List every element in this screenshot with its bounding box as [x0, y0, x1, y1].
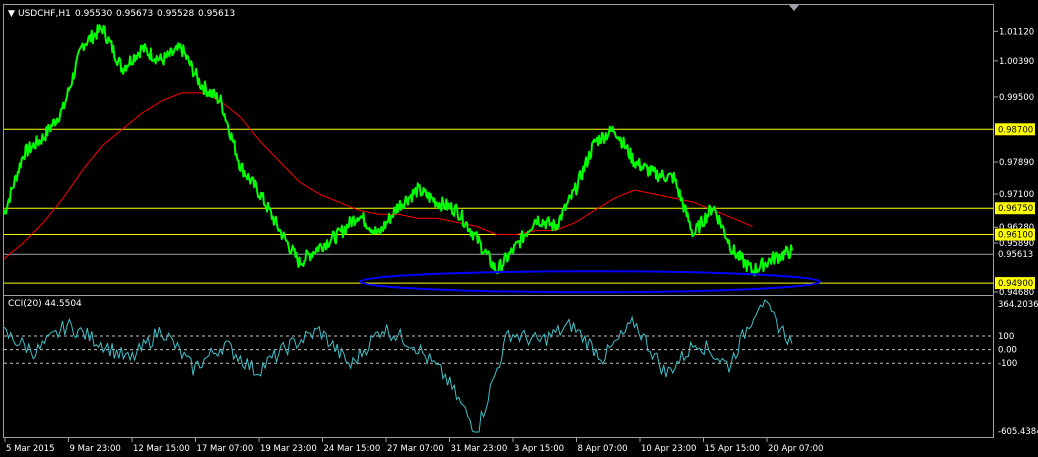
level-label: 0.98700 — [998, 125, 1033, 135]
ohlc-close: 0.95613 — [198, 9, 235, 19]
price-tick-label: 0.97890 — [999, 158, 1034, 168]
cci-level-lines: 100 0.00 -100 — [4, 332, 1017, 369]
level-label: 0.94900 — [998, 279, 1033, 289]
level-lines: 0.98700 0.96750 0.96100 0.94900 — [4, 123, 1035, 290]
time-tick-label: 8 Apr 07:00 — [578, 444, 628, 454]
dropdown-icon[interactable]: ▼ — [8, 9, 15, 19]
ohlc-low: 0.95528 — [157, 9, 194, 19]
price-tick-label: 0.97100 — [999, 190, 1034, 200]
time-axis: 5 Mar 2015 9 Mar 23:00 12 Mar 15:00 17 Mar … — [4, 437, 823, 454]
price-series-line — [3, 24, 793, 277]
level-label: 0.96750 — [998, 204, 1033, 214]
price-tick-label: 0.99500 — [999, 93, 1034, 103]
time-tick-label: 27 Mar 07:00 — [387, 444, 444, 454]
cci-level-label: 100 — [998, 332, 1014, 342]
cci-scale-top: 364.2036 — [998, 300, 1038, 310]
cci-series-line — [3, 299, 793, 433]
chart-shift-marker-icon[interactable] — [789, 5, 799, 11]
time-tick-label: 5 Mar 2015 — [6, 444, 54, 454]
symbol-label: USDCHF,H1 — [18, 9, 71, 19]
price-tick-label: 1.01120 — [999, 27, 1034, 37]
cci-scale-bottom: -605.4384 — [998, 427, 1038, 437]
cci-level-label: -100 — [998, 359, 1017, 369]
price-tick-label: 0.94680 — [999, 288, 1034, 298]
current-price-label: 0.95613 — [998, 250, 1033, 260]
cci-level-label: 0.00 — [998, 346, 1017, 356]
ohlc-high: 0.95673 — [116, 9, 153, 19]
time-tick-label: 10 Apr 23:00 — [641, 444, 696, 454]
price-tick-label: 1.00390 — [999, 57, 1034, 67]
time-tick-label: 12 Mar 15:00 — [133, 444, 190, 454]
trading-terminal: ▼ USDCHF,H1 0.95530 0.95673 0.95528 0.95… — [0, 0, 1038, 457]
chart-frame — [3, 4, 994, 438]
chart-canvas[interactable]: ▼ USDCHF,H1 0.95530 0.95673 0.95528 0.95… — [0, 0, 1038, 457]
time-tick-label: 20 Apr 07:00 — [768, 444, 823, 454]
time-tick-label: 3 Apr 15:00 — [514, 444, 564, 454]
time-tick-label: 9 Mar 23:00 — [70, 444, 121, 454]
support-highlight-ellipse[interactable] — [359, 270, 821, 294]
time-tick-label: 19 Mar 23:00 — [260, 444, 317, 454]
cci-label: CCI(20) 44.5504 — [8, 299, 82, 309]
time-tick-label: 15 Apr 15:00 — [705, 444, 760, 454]
ohlc-open: 0.95530 — [75, 9, 112, 19]
time-tick-label: 31 Mar 23:00 — [451, 444, 508, 454]
time-tick-label: 17 Mar 07:00 — [197, 444, 254, 454]
time-tick-label: 24 Mar 15:00 — [324, 444, 381, 454]
level-label: 0.96100 — [998, 231, 1033, 241]
moving-average-line — [3, 92, 753, 260]
